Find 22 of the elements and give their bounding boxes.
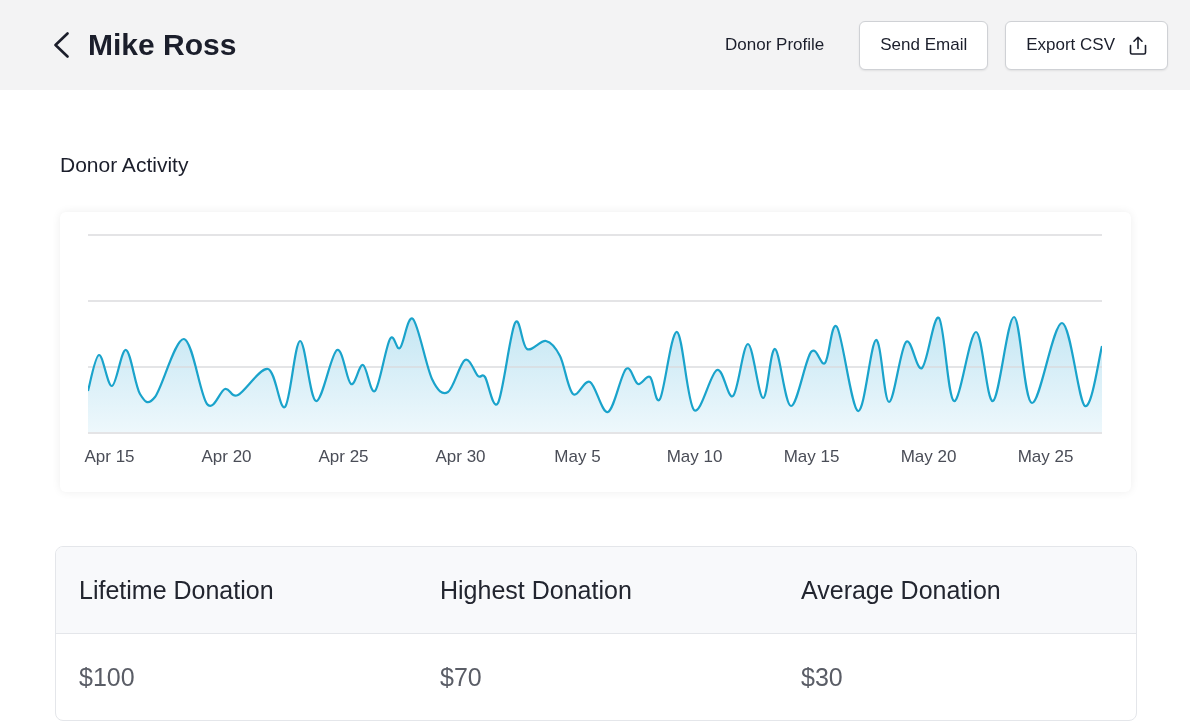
column-header: Highest Donation [440,575,632,605]
axis-label: May 25 [1017,447,1074,467]
axis-label: Apr 30 [435,447,486,467]
axis-label: Apr 15 [84,447,135,467]
column-header: Lifetime Donation [79,575,274,605]
upload-icon [1129,35,1147,55]
axis-label: Apr 20 [201,447,252,467]
axis-label: May 10 [666,447,723,467]
stat-value: $30 [801,662,843,692]
column-header: Average Donation [801,575,1001,605]
export-csv-button[interactable]: Export CSV [1005,20,1168,70]
section-title: Donor Activity [60,152,189,178]
stat-value: $70 [440,662,482,692]
axis-label: May 20 [900,447,957,467]
axis-label: May 5 [554,447,601,467]
back-icon[interactable] [53,32,70,58]
axis-label: Apr 25 [318,447,369,467]
stat-value: $100 [79,662,135,692]
send-email-button[interactable]: Send Email [859,20,989,70]
page-title: Mike Ross [88,27,237,63]
axis-label: May 15 [783,447,840,467]
donor-profile-link[interactable]: Donor Profile [725,35,825,55]
